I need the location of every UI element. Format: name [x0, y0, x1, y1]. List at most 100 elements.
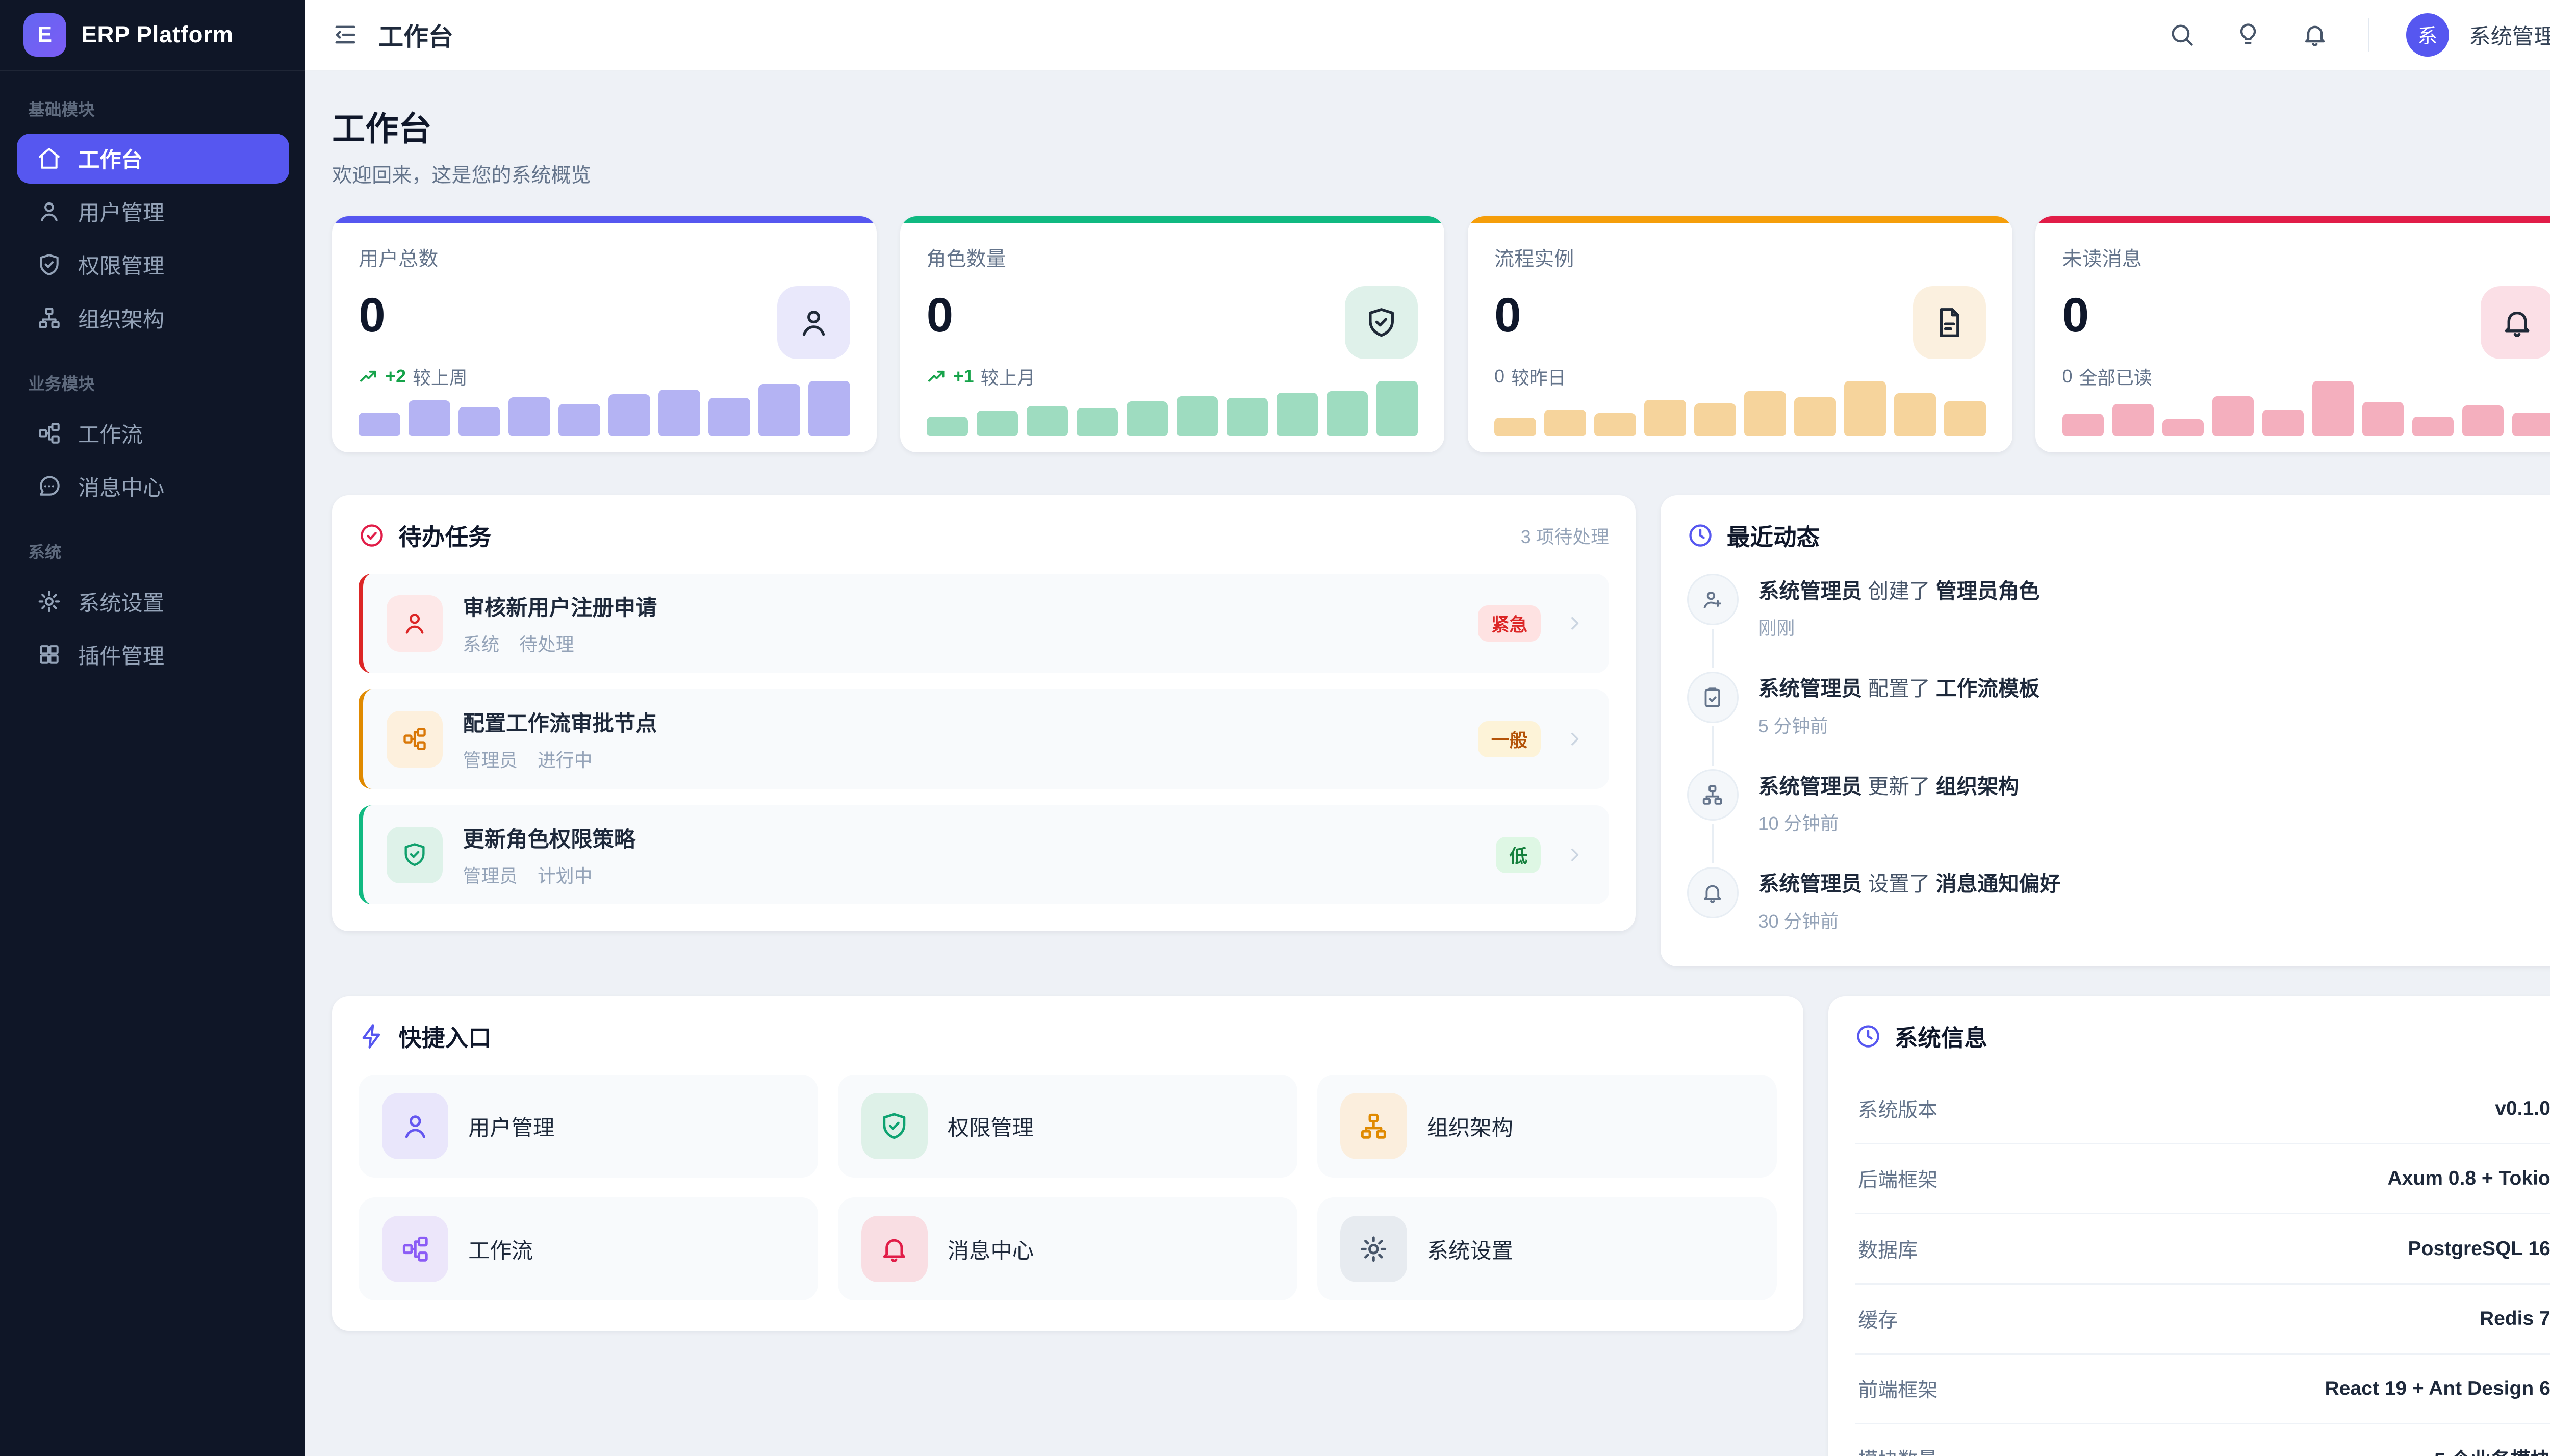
quick-entry-users[interactable]: 用户管理 [359, 1075, 818, 1178]
spark-bar [2162, 419, 2204, 436]
accent-bar [2035, 216, 2550, 223]
spark-bar [2312, 380, 2354, 436]
task-status: 待处理 [519, 634, 574, 655]
accent-bar [332, 216, 877, 223]
quick-entry-settings[interactable]: 系统设置 [1317, 1197, 1777, 1300]
chevron-right-icon[interactable] [1564, 612, 1586, 634]
bell-icon [1687, 866, 1739, 918]
quick-entry-label: 工作流 [468, 1238, 533, 1263]
stat-label: 角色数量 [926, 248, 1006, 270]
spark-bar [2112, 403, 2154, 436]
sidebar-item-messages[interactable]: 消息中心 [17, 461, 289, 511]
search-icon[interactable] [2165, 18, 2199, 52]
quick-entry-messages[interactable]: 消息中心 [838, 1197, 1297, 1300]
spark-bar [409, 400, 450, 436]
quick-entry-label: 系统设置 [1426, 1238, 1513, 1263]
activity-actor: 系统管理员 [1758, 872, 1863, 896]
spark-bar [758, 384, 800, 436]
stat-cards-row: 用户总数 0 +2 较上周 角色数量 0 +1 较上月 流程实例 0 0 较昨日… [332, 216, 2550, 452]
header-divider [2367, 18, 2369, 52]
topbar: 工作台 系 系统管理员 [305, 0, 2550, 71]
sysinfo-value: PostgreSQL 16 [2408, 1237, 2550, 1260]
spark-bar [1544, 409, 1586, 436]
shield-check-icon [861, 1093, 928, 1160]
activity-actor: 系统管理员 [1758, 579, 1863, 603]
mini-bar-chart [2062, 380, 2550, 436]
sidebar-item-users[interactable]: 用户管理 [17, 187, 289, 237]
stat-card-workflows: 流程实例 0 0 较昨日 [1468, 216, 2012, 452]
spark-bar [1844, 380, 1886, 436]
sidebar-item-settings[interactable]: 系统设置 [17, 577, 289, 627]
spark-bar [608, 394, 650, 436]
quick-entry-permissions[interactable]: 权限管理 [838, 1075, 1297, 1178]
check-circle-icon [359, 522, 385, 549]
sidebar-item-label: 工作流 [78, 422, 143, 447]
spark-bar [808, 380, 850, 436]
stat-value: 0 [359, 289, 386, 343]
spark-bar [1944, 401, 1986, 436]
sysinfo-row: 前端框架 React 19 + Ant Design 6 [1854, 1355, 2550, 1424]
spark-bar [1894, 393, 1936, 436]
sidebar-item-label: 权限管理 [78, 254, 165, 278]
spark-bar [1276, 393, 1318, 436]
page-title: 工作台 [332, 110, 432, 147]
timeline-connector [1712, 628, 1714, 669]
activity-action: 更新了 [1868, 774, 1930, 798]
spark-bar [1494, 417, 1536, 436]
main-area: 工作台 系 系统管理员 工作台 欢迎回来，这是您的系统概览 用户总数 0 [305, 0, 2550, 1456]
mini-bar-chart [1494, 380, 1986, 436]
sysinfo-row: 模块数量 5 个业务模块 [1855, 1424, 2550, 1456]
quick-entry-org[interactable]: 组织架构 [1317, 1075, 1777, 1178]
sysinfo-row: 系统版本 v0.1.0 [1854, 1075, 2550, 1145]
timeline-connector [1712, 824, 1714, 864]
stat-value: 0 [926, 289, 954, 343]
task-status: 进行中 [537, 750, 593, 771]
sidebar-item-plugins[interactable]: 插件管理 [17, 630, 289, 680]
task-row[interactable]: 配置工作流审批节点 管理员 进行中 一般 [359, 689, 1609, 789]
menu-fold-icon[interactable] [332, 21, 359, 48]
mini-bar-chart [359, 380, 850, 436]
spark-bar [708, 398, 750, 436]
mini-bar-chart [926, 380, 1418, 436]
bell-icon [2481, 286, 2550, 360]
task-row[interactable]: 审核新用户注册申请 系统 待处理 紧急 [359, 574, 1609, 673]
bell-icon[interactable] [2298, 18, 2331, 52]
quick-entry-workflow[interactable]: 工作流 [359, 1197, 818, 1300]
sidebar-item-label: 组织架构 [78, 307, 165, 331]
brand-header: E ERP Platform [0, 0, 306, 71]
sidebar-item-label: 插件管理 [78, 644, 165, 668]
quick-entry-label: 消息中心 [947, 1238, 1034, 1263]
sysinfo-label: 数据库 [1858, 1239, 1918, 1262]
nav-section-label: 基础模块 [28, 100, 95, 119]
chevron-right-icon[interactable] [1564, 844, 1586, 865]
panel-title: 最近动态 [1726, 524, 1820, 550]
todo-count: 3 项待处理 [1520, 526, 1609, 547]
bulb-icon[interactable] [2232, 18, 2265, 52]
spark-bar [2212, 396, 2254, 436]
accent-bar [1468, 216, 2012, 223]
sidebar-item-workbench[interactable]: 工作台 [16, 133, 289, 184]
workflow-icon [386, 711, 443, 768]
sidebar: E ERP Platform 基础模块 工作台 用户管理 权限管理 组织架构 业… [0, 0, 306, 1456]
sidebar-item-workflow[interactable]: 工作流 [17, 408, 289, 458]
avatar[interactable]: 系 [2406, 13, 2450, 57]
sysinfo-value: Axum 0.8 + Tokio [2387, 1167, 2550, 1190]
sysinfo-label: 缓存 [1858, 1309, 1898, 1332]
workflow-icon [37, 421, 62, 446]
spark-bar [458, 407, 500, 436]
user-name[interactable]: 系统管理员 [2469, 19, 2550, 50]
activity-actor: 系统管理员 [1758, 677, 1863, 701]
sidebar-item-permissions[interactable]: 权限管理 [17, 240, 289, 290]
task-title: 配置工作流审批节点 [463, 711, 657, 735]
activity-item: 系统管理员 配置了 工作流模板 5 分钟前 [1687, 671, 2550, 770]
task-row[interactable]: 更新角色权限策略 管理员 计划中 低 [359, 805, 1609, 905]
activity-time: 刚刚 [1758, 618, 1795, 638]
sidebar-item-org[interactable]: 组织架构 [17, 293, 289, 343]
activity-item: 系统管理员 设置了 消息通知偏好 30 分钟前 [1687, 866, 2550, 943]
sidebar-item-label: 用户管理 [78, 201, 165, 225]
workflow-icon [381, 1215, 448, 1283]
sidebar-item-label: 消息中心 [78, 475, 165, 500]
user-icon [381, 1093, 448, 1160]
spark-bar [2362, 401, 2404, 436]
chevron-right-icon[interactable] [1564, 728, 1586, 750]
